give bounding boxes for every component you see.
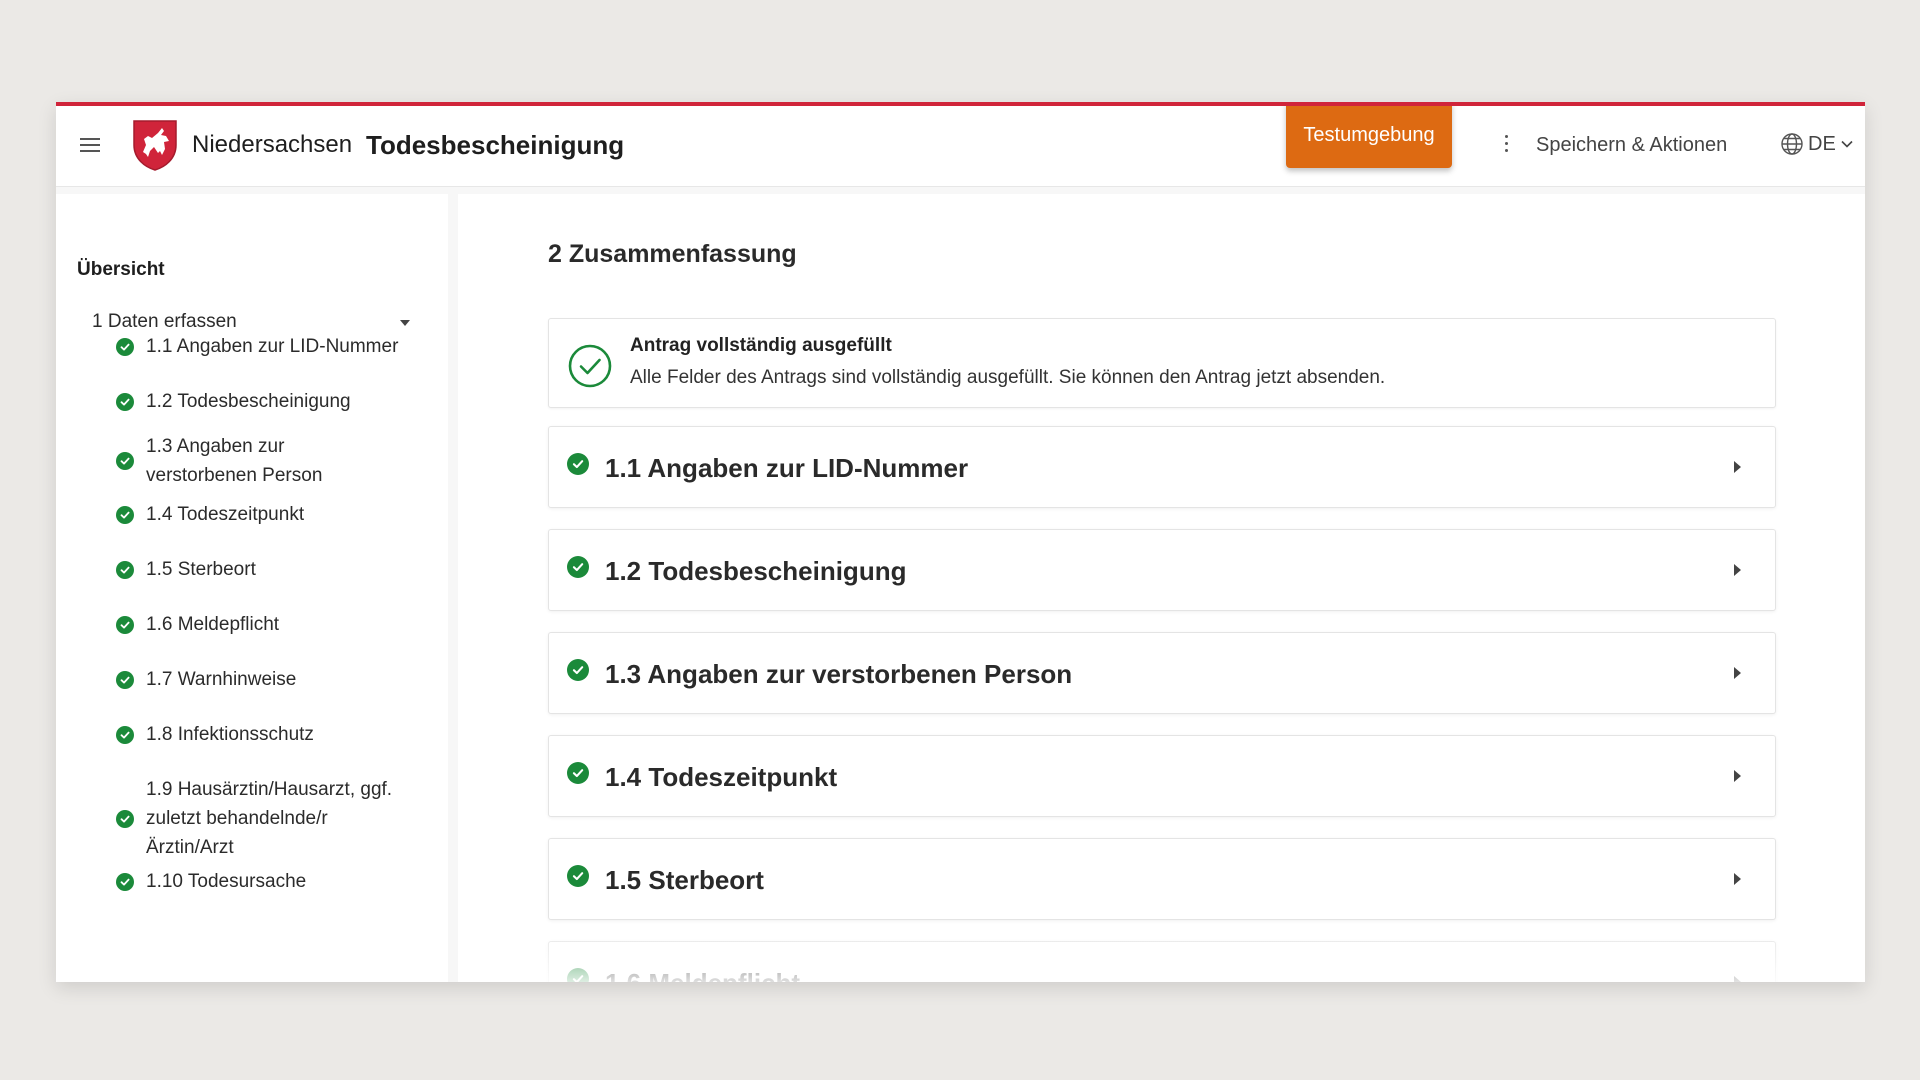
caret-right-icon xyxy=(1734,873,1741,885)
caret-right-icon xyxy=(1734,667,1741,679)
check-circle-icon xyxy=(568,344,612,388)
more-vertical-icon[interactable] xyxy=(1502,135,1510,157)
sidebar-item-label: 1.9 Hausärztin/Hausarzt, ggf. zuletzt be… xyxy=(146,779,393,858)
status-box: Antrag vollständig ausgefüllt Alle Felde… xyxy=(548,318,1776,408)
check-circle-icon xyxy=(567,762,589,784)
test-environment-badge: Testumgebung xyxy=(1286,106,1452,168)
section-card[interactable]: 1.3 Angaben zur verstorbenen Person xyxy=(548,632,1776,714)
check-circle-icon xyxy=(116,872,134,891)
sidebar-group-label: 1 Daten erfassen xyxy=(92,311,237,332)
sidebar-item[interactable]: 1.2 Todesbescheinigung xyxy=(116,387,416,416)
sidebar-item[interactable]: 1.3 Angaben zur verstorbenen Person xyxy=(116,432,416,490)
check-circle-icon xyxy=(116,670,134,689)
sidebar-item[interactable]: 1.9 Hausärztin/Hausarzt, ggf. zuletzt be… xyxy=(116,775,416,862)
sidebar-item-label: 1.7 Warnhinweise xyxy=(146,669,297,690)
check-circle-icon xyxy=(567,968,589,982)
page-title: 2 Zusammenfassung xyxy=(548,240,797,268)
section-title: 1.4 Todeszeitpunkt xyxy=(605,762,838,792)
caret-right-icon xyxy=(1734,461,1741,473)
sidebar-item[interactable]: 1.4 Todeszeitpunkt xyxy=(116,500,416,529)
check-circle-icon xyxy=(116,560,134,579)
check-circle-icon xyxy=(116,505,134,524)
language-selector[interactable]: DE xyxy=(1780,132,1854,156)
section-card[interactable]: 1.2 Todesbescheinigung xyxy=(548,529,1776,611)
globe-icon xyxy=(1781,133,1803,155)
app-title: Todesbescheinigung xyxy=(366,130,625,160)
sidebar-item[interactable]: 1.7 Warnhinweise xyxy=(116,665,416,694)
sidebar-item[interactable]: 1.6 Meldepflicht xyxy=(116,610,416,639)
sidebar-item-label: 1.10 Todesursache xyxy=(146,871,307,892)
sidebar-item-label: 1.3 Angaben zur verstorbenen Person xyxy=(146,436,323,486)
check-circle-icon xyxy=(116,337,134,356)
app-window: Niedersachsen Todesbescheinigung Testumg… xyxy=(56,102,1865,982)
brand-name: Niedersachsen xyxy=(192,131,353,158)
section-title: 1.1 Angaben zur LID-Nummer xyxy=(605,453,969,483)
sidebar: Übersicht 1 Daten erfassen 1.1 Angaben z… xyxy=(56,194,448,982)
check-circle-icon xyxy=(567,865,589,887)
sidebar-item-label: 1.4 Todeszeitpunkt xyxy=(146,504,305,525)
check-circle-icon xyxy=(116,725,134,744)
caret-right-icon xyxy=(1734,976,1741,982)
sidebar-item-label: 1.5 Sterbeort xyxy=(146,559,256,580)
check-circle-icon xyxy=(116,452,134,470)
section-card[interactable]: 1.1 Angaben zur LID-Nummer xyxy=(548,426,1776,508)
sidebar-item-label: 1.8 Infektionsschutz xyxy=(146,724,314,745)
check-circle-icon xyxy=(116,615,134,634)
section-title: 1.6 Meldepflicht xyxy=(605,968,800,982)
check-circle-icon xyxy=(567,453,589,475)
section-title: 1.5 Sterbeort xyxy=(605,865,764,895)
section-card[interactable]: 1.5 Sterbeort xyxy=(548,838,1776,920)
sidebar-item[interactable]: 1.1 Angaben zur LID-Nummer xyxy=(116,332,416,361)
caret-right-icon xyxy=(1734,770,1741,782)
sidebar-item[interactable]: 1.8 Infektionsschutz xyxy=(116,720,416,749)
sidebar-item-label: 1.6 Meldepflicht xyxy=(146,614,280,635)
section-card[interactable]: 1.6 Meldepflicht xyxy=(548,941,1776,982)
sidebar-title: Übersicht xyxy=(77,259,165,280)
caret-right-icon xyxy=(1734,564,1741,576)
check-circle-icon xyxy=(567,659,589,681)
status-title: Antrag vollständig ausgefüllt xyxy=(630,335,892,356)
niedersachsen-logo xyxy=(133,120,177,171)
check-circle-icon xyxy=(567,556,589,578)
save-actions-button[interactable]: Speichern & Aktionen xyxy=(1536,134,1727,157)
main-content: 2 Zusammenfassung Antrag vollständig aus… xyxy=(458,194,1865,982)
section-card[interactable]: 1.4 Todeszeitpunkt xyxy=(548,735,1776,817)
check-circle-icon xyxy=(116,392,134,411)
top-bar: Niedersachsen Todesbescheinigung Testumg… xyxy=(56,106,1865,187)
caret-down-icon xyxy=(400,320,410,326)
sidebar-item[interactable]: 1.5 Sterbeort xyxy=(116,555,416,584)
section-title: 1.3 Angaben zur verstorbenen Person xyxy=(605,659,1073,689)
check-circle-icon xyxy=(116,809,134,828)
sidebar-item-label: 1.2 Todesbescheinigung xyxy=(146,391,351,412)
chevron-down-icon xyxy=(1841,140,1853,148)
sidebar-item-label: 1.1 Angaben zur LID-Nummer xyxy=(146,336,399,357)
menu-icon[interactable] xyxy=(80,138,100,154)
language-code: DE xyxy=(1808,132,1836,155)
status-text: Alle Felder des Antrags sind vollständig… xyxy=(630,367,1386,388)
sidebar-item[interactable]: 1.10 Todesursache xyxy=(116,867,416,896)
section-title: 1.2 Todesbescheinigung xyxy=(605,556,907,586)
